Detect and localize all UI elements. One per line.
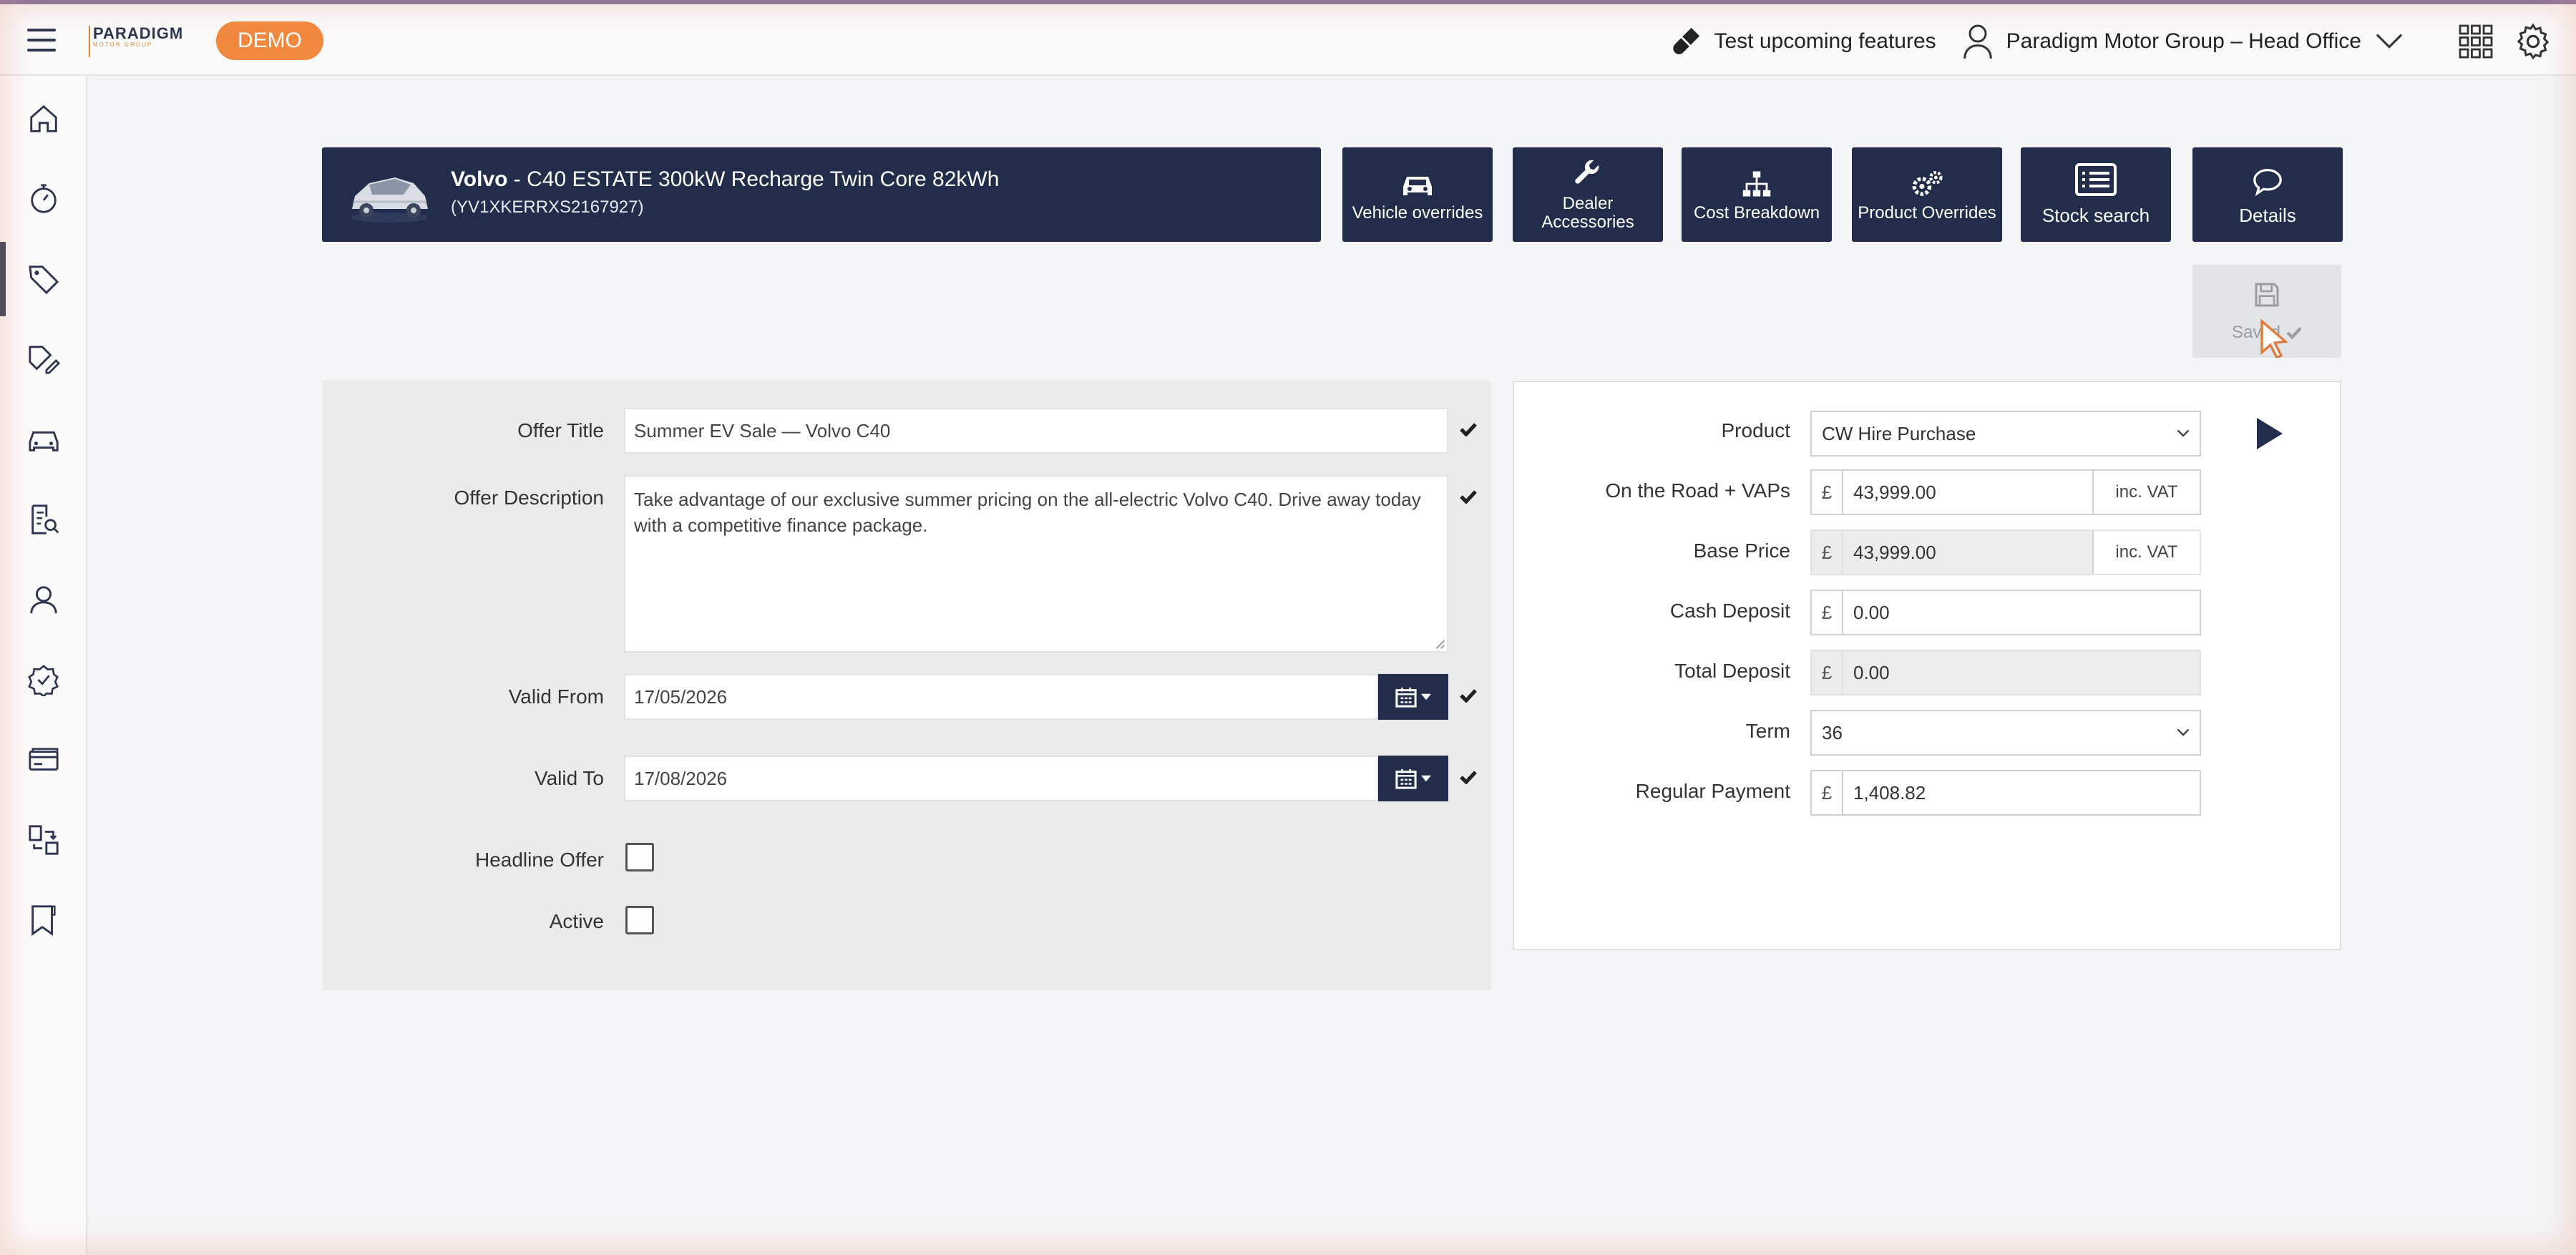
vat-suffix: inc. VAT — [2092, 531, 2200, 574]
otr-label: On the Road + VAPs — [1605, 479, 1790, 502]
cash-deposit-input[interactable]: £ 0.00 — [1810, 590, 2201, 635]
sidebar-item-customers[interactable] — [0, 560, 87, 640]
sidebar — [0, 76, 87, 1255]
term-select[interactable]: 36 — [1810, 710, 2201, 756]
test-tube-icon — [1673, 27, 1700, 54]
currency-symbol: £ — [1812, 651, 1843, 694]
user-icon — [1963, 24, 1992, 59]
floppy-disk-icon — [2255, 283, 2279, 306]
product-label: Product — [1721, 419, 1791, 441]
wrench-icon — [1575, 160, 1599, 184]
dealer-accessories-button[interactable]: Dealer Accessories — [1513, 147, 1663, 242]
offer-title-input[interactable]: Summer EV Sale — Volvo C40 — [624, 408, 1448, 454]
offer-title-label: Offer Title — [517, 419, 604, 441]
regular-payment-input[interactable]: £ 1,408.82 — [1810, 770, 2201, 816]
org-selector[interactable]: Paradigm Motor Group – Head Office — [1962, 23, 2416, 60]
offer-description-textarea[interactable]: Take advantage of our exclusive summer p… — [624, 475, 1448, 653]
chevron-down-icon — [2177, 429, 2190, 437]
cost-breakdown-button[interactable]: Cost Breakdown — [1682, 147, 1832, 242]
gears-icon — [1912, 170, 1943, 196]
sidebar-item-offers[interactable] — [0, 239, 87, 319]
calendar-icon — [1395, 768, 1417, 789]
valid-from-label: Valid From — [508, 685, 604, 708]
total-deposit-input: £ 0.00 — [1810, 650, 2201, 695]
report-search-icon — [31, 504, 59, 534]
bookmark-icon — [31, 905, 56, 936]
sidebar-item-pricing[interactable] — [0, 319, 87, 399]
apps-grid-icon[interactable] — [2459, 24, 2493, 59]
sidebar-item-stopwatch[interactable] — [0, 159, 87, 239]
regular-payment-label: Regular Payment — [1635, 780, 1790, 802]
currency-symbol: £ — [1812, 471, 1843, 514]
total-deposit-label: Total Deposit — [1674, 660, 1790, 682]
price-tag-edit-icon — [29, 346, 60, 374]
sidebar-item-config[interactable] — [0, 640, 87, 720]
hierarchy-icon — [1742, 171, 1771, 197]
car-icon — [29, 431, 59, 451]
sidebar-item-transfers[interactable] — [0, 800, 87, 880]
valid-to-label: Valid To — [534, 767, 604, 789]
currency-symbol: £ — [1812, 771, 1843, 814]
offer-description-label: Offer Description — [454, 487, 604, 509]
transfer-icon — [29, 825, 59, 855]
valid-from-input[interactable]: 17/05/2026 — [624, 674, 1378, 720]
cash-deposit-label: Cash Deposit — [1669, 600, 1790, 622]
users-icon — [30, 586, 57, 614]
headline-offer-checkbox[interactable] — [625, 843, 654, 871]
valid-to-calendar-button[interactable] — [1378, 756, 1448, 801]
term-label: Term — [1745, 720, 1790, 742]
vehicle-vin: (YV1XKERRXS2167927) — [451, 197, 644, 217]
stock-search-button[interactable]: Stock search — [2021, 147, 2171, 242]
sidebar-item-bookmarks[interactable] — [0, 880, 87, 960]
speech-bubble-icon — [2253, 168, 2282, 196]
logo[interactable]: PARADIGM MOTOR GROUP — [89, 26, 183, 57]
demo-badge: DEMO — [216, 21, 323, 60]
test-features-link[interactable]: Test upcoming features — [1669, 25, 1936, 58]
car-icon — [1403, 177, 1432, 195]
product-overrides-button[interactable]: Product Overrides — [1852, 147, 2002, 242]
vehicle-overrides-button[interactable]: Vehicle overrides — [1342, 147, 1493, 242]
caret-down-icon — [1421, 693, 1431, 700]
valid-check-icon — [1460, 771, 1477, 784]
active-checkbox[interactable] — [625, 906, 654, 934]
resize-handle-icon[interactable] — [1434, 638, 1445, 650]
top-bar: PARADIGM MOTOR GROUP DEMO Test upcoming … — [0, 0, 2576, 76]
sidebar-item-finance[interactable] — [0, 720, 87, 800]
vehicle-header: Volvo - C40 ESTATE 300kW Recharge Twin C… — [322, 147, 1321, 242]
headline-offer-label: Headline Offer — [474, 849, 604, 871]
base-price-input: £ 43,999.00 inc. VAT — [1810, 529, 2201, 575]
sidebar-item-vehicles[interactable] — [0, 399, 87, 479]
list-icon — [2075, 163, 2117, 196]
otr-input[interactable]: £ 43,999.00 inc. VAT — [1810, 469, 2201, 515]
valid-check-icon — [1460, 490, 1477, 504]
active-label: Active — [549, 910, 604, 932]
base-price-label: Base Price — [1693, 539, 1790, 562]
sidebar-item-reports[interactable] — [0, 479, 87, 560]
valid-to-input[interactable]: 17/08/2026 — [624, 756, 1378, 801]
valid-check-icon — [1460, 423, 1477, 436]
valid-from-calendar-button[interactable] — [1378, 674, 1448, 720]
tag-icon — [29, 265, 59, 295]
currency-symbol: £ — [1812, 591, 1843, 634]
currency-symbol: £ — [1812, 531, 1843, 574]
vehicle-title: Volvo - C40 ESTATE 300kW Recharge Twin C… — [451, 167, 1000, 191]
stopwatch-icon — [31, 184, 57, 213]
card-icon — [29, 748, 59, 771]
vat-suffix: inc. VAT — [2092, 471, 2200, 514]
valid-check-icon — [1460, 689, 1477, 703]
chevron-down-icon — [2376, 34, 2403, 49]
sidebar-item-home[interactable] — [0, 79, 87, 159]
hamburger-menu-icon[interactable] — [27, 29, 56, 53]
gear-icon[interactable] — [2514, 23, 2552, 60]
home-icon — [30, 104, 57, 132]
caret-down-icon — [1421, 775, 1431, 782]
settings-badge-icon — [28, 665, 59, 696]
vehicle-thumbnail — [351, 177, 428, 223]
chevron-down-icon — [2177, 728, 2190, 736]
product-select[interactable]: CW Hire Purchase — [1810, 411, 2201, 456]
play-icon[interactable] — [2254, 418, 2283, 449]
details-button[interactable]: Details — [2192, 147, 2343, 242]
mouse-cursor-icon — [2260, 319, 2288, 358]
calendar-icon — [1395, 687, 1417, 708]
